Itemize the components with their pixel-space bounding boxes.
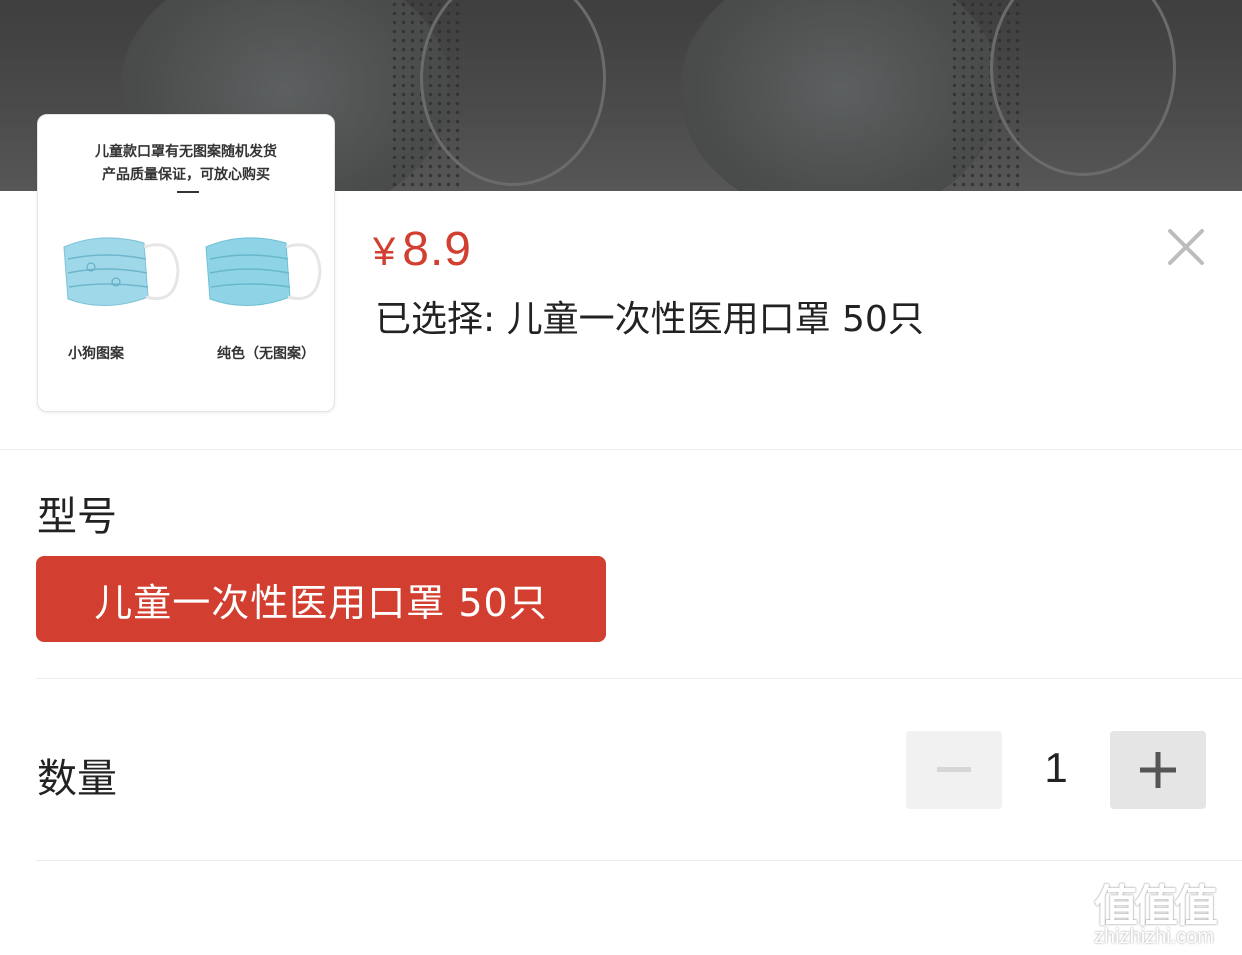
price: ¥8.9 [373,222,472,277]
currency-symbol: ¥ [373,230,397,274]
price-amount: 8.9 [402,223,472,276]
model-section-title: 型号 [37,494,117,540]
minus-icon [937,767,971,772]
selected-summary: 已选择: 儿童一次性医用口罩 50只 [375,299,924,340]
model-option-chip[interactable]: 儿童一次性医用口罩 50只 [36,556,606,642]
site-watermark: 值值值 zhizhizhi.com [1092,870,1242,955]
close-icon [1168,229,1204,265]
quantity-decrease-button[interactable] [906,731,1002,809]
header-divider [0,449,1242,450]
thumbnail-notice-line2: 产品质量保证，可放心购买 [102,167,270,183]
model-divider [36,678,1242,679]
dog-pattern-mask-image [63,237,180,306]
quantity-value[interactable]: 1 [1002,744,1110,792]
close-button[interactable] [1164,225,1208,269]
product-thumbnail[interactable]: 儿童款口罩有无图案随机发货 产品质量保证，可放心购买 小狗图案 纯色（无图案） [37,114,335,412]
plus-icon [1140,752,1176,788]
dog-pattern-caption: 小狗图案 [68,346,124,362]
quantity-increase-button[interactable] [1110,731,1206,809]
watermark-url: zhizhizhi.com [1094,926,1215,948]
thumbnail-notice-line1: 儿童款口罩有无图案随机发货 [95,144,277,160]
thumbnail-divider [177,191,199,193]
plain-mask-image [205,237,322,306]
plain-caption: 纯色（无图案） [217,346,315,362]
quantity-section-title: 数量 [37,756,117,802]
quantity-divider [36,860,1242,861]
watermark-logo: 值值值 [1094,881,1218,932]
